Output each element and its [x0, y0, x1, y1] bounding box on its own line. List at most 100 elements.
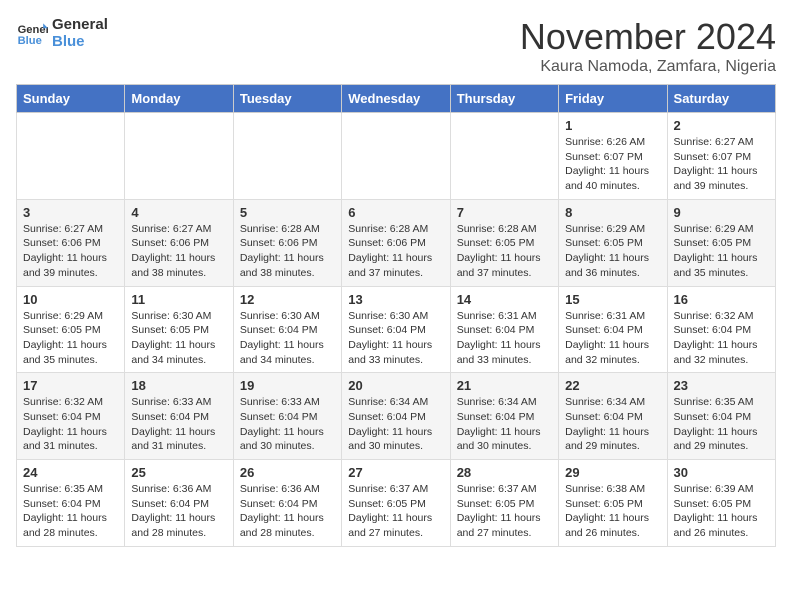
day-info: Sunrise: 6:33 AMSunset: 6:04 PMDaylight:…	[131, 395, 226, 454]
day-number: 10	[23, 292, 118, 307]
day-number: 30	[674, 465, 769, 480]
day-number: 21	[457, 378, 552, 393]
day-number: 14	[457, 292, 552, 307]
calendar-cell: 10 Sunrise: 6:29 AMSunset: 6:05 PMDayligh…	[17, 286, 125, 373]
calendar-cell: 2 Sunrise: 6:27 AMSunset: 6:07 PMDaylight…	[667, 113, 775, 200]
page-header: General Blue General Blue November 2024 …	[16, 16, 776, 76]
day-info: Sunrise: 6:35 AMSunset: 6:04 PMDaylight:…	[674, 395, 769, 454]
calendar-cell: 19 Sunrise: 6:33 AMSunset: 6:04 PMDayligh…	[233, 373, 341, 460]
calendar-cell	[17, 113, 125, 200]
day-info: Sunrise: 6:29 AMSunset: 6:05 PMDaylight:…	[23, 309, 118, 368]
day-info: Sunrise: 6:34 AMSunset: 6:04 PMDaylight:…	[457, 395, 552, 454]
header-day-sunday: Sunday	[17, 85, 125, 113]
calendar-title: November 2024	[520, 16, 776, 58]
day-number: 17	[23, 378, 118, 393]
day-number: 15	[565, 292, 660, 307]
day-number: 8	[565, 205, 660, 220]
day-info: Sunrise: 6:39 AMSunset: 6:05 PMDaylight:…	[674, 482, 769, 541]
day-number: 5	[240, 205, 335, 220]
day-info: Sunrise: 6:28 AMSunset: 6:06 PMDaylight:…	[348, 222, 443, 281]
day-number: 29	[565, 465, 660, 480]
day-info: Sunrise: 6:28 AMSunset: 6:05 PMDaylight:…	[457, 222, 552, 281]
calendar-cell: 8 Sunrise: 6:29 AMSunset: 6:05 PMDaylight…	[559, 199, 667, 286]
day-number: 18	[131, 378, 226, 393]
calendar-cell: 23 Sunrise: 6:35 AMSunset: 6:04 PMDayligh…	[667, 373, 775, 460]
header-row: SundayMondayTuesdayWednesdayThursdayFrid…	[17, 85, 776, 113]
calendar-cell: 13 Sunrise: 6:30 AMSunset: 6:04 PMDayligh…	[342, 286, 450, 373]
day-number: 16	[674, 292, 769, 307]
week-row-3: 10 Sunrise: 6:29 AMSunset: 6:05 PMDayligh…	[17, 286, 776, 373]
calendar-cell: 29 Sunrise: 6:38 AMSunset: 6:05 PMDayligh…	[559, 460, 667, 547]
calendar-cell: 7Sunrise: 6:28 AMSunset: 6:05 PMDaylight…	[450, 199, 558, 286]
day-number: 12	[240, 292, 335, 307]
day-number: 20	[348, 378, 443, 393]
day-info: Sunrise: 6:35 AMSunset: 6:04 PMDaylight:…	[23, 482, 118, 541]
day-info: Sunrise: 6:36 AMSunset: 6:04 PMDaylight:…	[131, 482, 226, 541]
calendar-table: SundayMondayTuesdayWednesdayThursdayFrid…	[16, 84, 776, 547]
day-number: 19	[240, 378, 335, 393]
day-info: Sunrise: 6:36 AMSunset: 6:04 PMDaylight:…	[240, 482, 335, 541]
calendar-cell: 11 Sunrise: 6:30 AMSunset: 6:05 PMDayligh…	[125, 286, 233, 373]
day-info: Sunrise: 6:27 AMSunset: 6:07 PMDaylight:…	[674, 135, 769, 194]
day-number: 24	[23, 465, 118, 480]
calendar-cell: 18 Sunrise: 6:33 AMSunset: 6:04 PMDayligh…	[125, 373, 233, 460]
calendar-cell: 14 Sunrise: 6:31 AMSunset: 6:04 PMDayligh…	[450, 286, 558, 373]
logo-general: General	[52, 16, 108, 33]
calendar-cell: 3Sunrise: 6:27 AMSunset: 6:06 PMDaylight…	[17, 199, 125, 286]
calendar-cell: 17 Sunrise: 6:32 AMSunset: 6:04 PMDayligh…	[17, 373, 125, 460]
week-row-1: 1 Sunrise: 6:26 AMSunset: 6:07 PMDaylight…	[17, 113, 776, 200]
logo: General Blue General Blue	[16, 16, 108, 50]
calendar-cell: 22 Sunrise: 6:34 AMSunset: 6:04 PMDayligh…	[559, 373, 667, 460]
calendar-cell: 25Sunrise: 6:36 AMSunset: 6:04 PMDayligh…	[125, 460, 233, 547]
calendar-cell	[342, 113, 450, 200]
day-info: Sunrise: 6:31 AMSunset: 6:04 PMDaylight:…	[457, 309, 552, 368]
calendar-header: SundayMondayTuesdayWednesdayThursdayFrid…	[17, 85, 776, 113]
day-info: Sunrise: 6:29 AMSunset: 6:05 PMDaylight:…	[565, 222, 660, 281]
calendar-cell: 30 Sunrise: 6:39 AMSunset: 6:05 PMDayligh…	[667, 460, 775, 547]
day-number: 23	[674, 378, 769, 393]
day-info: Sunrise: 6:27 AMSunset: 6:06 PMDaylight:…	[23, 222, 118, 281]
calendar-cell: 24 Sunrise: 6:35 AMSunset: 6:04 PMDayligh…	[17, 460, 125, 547]
day-number: 1	[565, 118, 660, 133]
day-info: Sunrise: 6:30 AMSunset: 6:04 PMDaylight:…	[348, 309, 443, 368]
calendar-cell	[450, 113, 558, 200]
day-info: Sunrise: 6:37 AMSunset: 6:05 PMDaylight:…	[457, 482, 552, 541]
day-number: 2	[674, 118, 769, 133]
title-block: November 2024 Kaura Namoda, Zamfara, Nig…	[520, 16, 776, 76]
header-day-friday: Friday	[559, 85, 667, 113]
calendar-cell: 28Sunrise: 6:37 AMSunset: 6:05 PMDayligh…	[450, 460, 558, 547]
day-info: Sunrise: 6:29 AMSunset: 6:05 PMDaylight:…	[674, 222, 769, 281]
day-info: Sunrise: 6:28 AMSunset: 6:06 PMDaylight:…	[240, 222, 335, 281]
day-number: 22	[565, 378, 660, 393]
calendar-cell	[125, 113, 233, 200]
day-info: Sunrise: 6:38 AMSunset: 6:05 PMDaylight:…	[565, 482, 660, 541]
day-info: Sunrise: 6:26 AMSunset: 6:07 PMDaylight:…	[565, 135, 660, 194]
calendar-cell: 15 Sunrise: 6:31 AMSunset: 6:04 PMDayligh…	[559, 286, 667, 373]
day-info: Sunrise: 6:30 AMSunset: 6:04 PMDaylight:…	[240, 309, 335, 368]
day-number: 26	[240, 465, 335, 480]
day-info: Sunrise: 6:33 AMSunset: 6:04 PMDaylight:…	[240, 395, 335, 454]
day-number: 11	[131, 292, 226, 307]
calendar-subtitle: Kaura Namoda, Zamfara, Nigeria	[520, 58, 776, 76]
calendar-cell: 9 Sunrise: 6:29 AMSunset: 6:05 PMDaylight…	[667, 199, 775, 286]
header-day-saturday: Saturday	[667, 85, 775, 113]
day-number: 13	[348, 292, 443, 307]
logo-blue: Blue	[52, 33, 108, 50]
calendar-cell: 21 Sunrise: 6:34 AMSunset: 6:04 PMDayligh…	[450, 373, 558, 460]
day-number: 9	[674, 205, 769, 220]
calendar-cell: 16 Sunrise: 6:32 AMSunset: 6:04 PMDayligh…	[667, 286, 775, 373]
calendar-cell: 6 Sunrise: 6:28 AMSunset: 6:06 PMDaylight…	[342, 199, 450, 286]
day-info: Sunrise: 6:31 AMSunset: 6:04 PMDaylight:…	[565, 309, 660, 368]
week-row-4: 17 Sunrise: 6:32 AMSunset: 6:04 PMDayligh…	[17, 373, 776, 460]
day-info: Sunrise: 6:30 AMSunset: 6:05 PMDaylight:…	[131, 309, 226, 368]
calendar-cell: 27Sunrise: 6:37 AMSunset: 6:05 PMDayligh…	[342, 460, 450, 547]
day-info: Sunrise: 6:37 AMSunset: 6:05 PMDaylight:…	[348, 482, 443, 541]
svg-text:Blue: Blue	[18, 35, 42, 47]
day-number: 6	[348, 205, 443, 220]
day-info: Sunrise: 6:34 AMSunset: 6:04 PMDaylight:…	[565, 395, 660, 454]
day-info: Sunrise: 6:32 AMSunset: 6:04 PMDaylight:…	[23, 395, 118, 454]
calendar-cell: 26 Sunrise: 6:36 AMSunset: 6:04 PMDayligh…	[233, 460, 341, 547]
calendar-body: 1 Sunrise: 6:26 AMSunset: 6:07 PMDaylight…	[17, 113, 776, 547]
calendar-cell: 5 Sunrise: 6:28 AMSunset: 6:06 PMDaylight…	[233, 199, 341, 286]
day-info: Sunrise: 6:32 AMSunset: 6:04 PMDaylight:…	[674, 309, 769, 368]
